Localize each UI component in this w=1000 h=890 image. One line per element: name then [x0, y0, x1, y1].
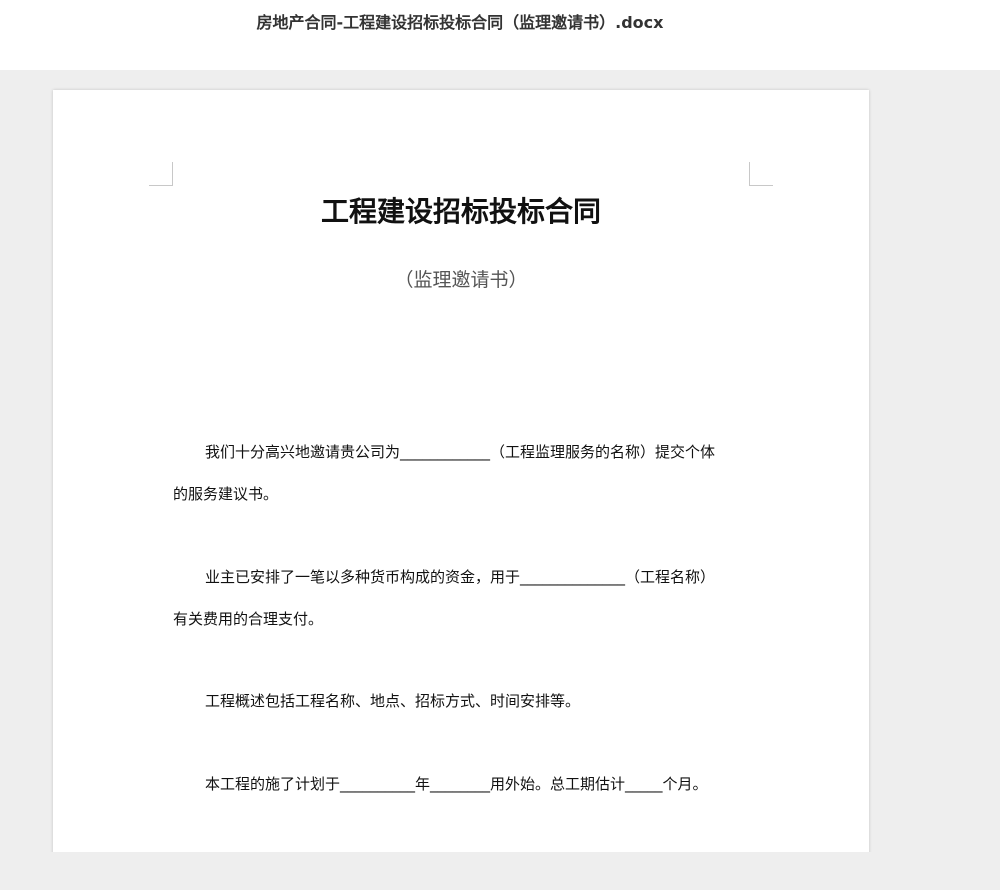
paragraph-line: 本工程的施了计划于__________年________用外始。总工期估计___… [205, 775, 708, 793]
paragraph-funding: 业主已安排了一笔以多种货币构成的资金，用于______________（工程名称… [173, 556, 753, 640]
paragraph-invitation: 我们十分高兴地邀请贵公司为____________（工程监理服务的名称）提交个体… [173, 431, 753, 515]
document-subheading: （监理邀请书） [394, 269, 528, 291]
document-page: 工程建设招标投标合同 （监理邀请书） 我们十分高兴地邀请贵公司为________… [53, 90, 869, 870]
title-bar: 房地产合同-工程建设招标投标合同（监理邀请书）.docx [0, 0, 1000, 70]
paragraph-schedule: 本工程的施了计划于__________年________用外始。总工期估计___… [173, 763, 753, 805]
paragraph-line: 工程概述包括工程名称、地点、招标方式、时间安排等。 [205, 692, 581, 710]
document-viewer[interactable]: 工程建设招标投标合同 （监理邀请书） 我们十分高兴地邀请贵公司为________… [0, 70, 1000, 890]
paragraph-line: 的服务建议书。 [173, 485, 279, 503]
paragraph-line: 业主已安排了一笔以多种货币构成的资金，用于______________（工程名称… [205, 568, 716, 586]
paragraph-project-overview: 工程概述包括工程名称、地点、招标方式、时间安排等。 [173, 680, 753, 722]
margin-corner-top-left [149, 162, 173, 186]
paragraph-line: 我们十分高兴地邀请贵公司为____________（工程监理服务的名称）提交个体 [205, 443, 716, 461]
document-heading: 工程建设招标投标合同 [320, 195, 601, 228]
paragraph-line: 有关费用的合理支付。 [173, 610, 324, 628]
margin-corner-top-right [749, 162, 773, 186]
document-file-title: 房地产合同-工程建设招标投标合同（监理邀请书）.docx [256, 13, 664, 32]
viewer-bottom-edge [0, 852, 1000, 890]
